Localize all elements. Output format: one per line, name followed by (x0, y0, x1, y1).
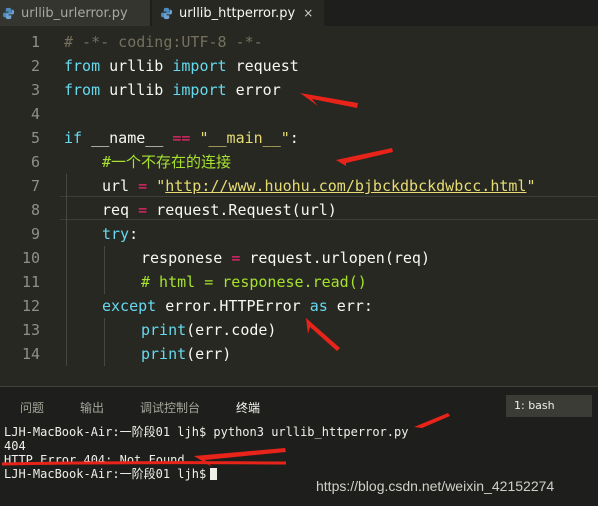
code-token: request.Request(url) (147, 201, 337, 219)
code-line-9: try: (102, 222, 138, 246)
terminal-line: LJH-MacBook-Air:一阶段01 ljh$ python3 urlli… (4, 425, 409, 439)
code-editor[interactable]: 1 2 3 4 5 6 7 8 9 10 11 12 13 14 # -*- c… (0, 26, 598, 386)
indent-guide (66, 174, 67, 366)
code-token: urllib (100, 57, 173, 75)
keyword: as (309, 297, 328, 315)
operator: == (172, 129, 191, 147)
code-line-14: print(err) (141, 342, 231, 366)
operator: = (231, 249, 241, 267)
line-number: 7 (30, 177, 40, 195)
terminal-line: HTTP Error 404: Not Found (4, 453, 185, 467)
code-line-12: except error.HTTPError as err: (102, 294, 373, 318)
code-line-2: from urllib import request (64, 54, 299, 78)
code-token: responese (141, 249, 232, 267)
python-file-icon (2, 7, 15, 19)
string-quote: " (156, 177, 166, 195)
code-token: err: (327, 297, 373, 315)
code-line-11: # html = responese.read() (141, 273, 367, 291)
operator: = (138, 201, 148, 219)
line-number: 6 (30, 153, 40, 171)
code-token: error (226, 81, 281, 99)
line-number: 1 (30, 33, 40, 51)
code-line-3: from urllib import error (64, 78, 281, 102)
terminal-prompt: LJH-MacBook-Air:一阶段01 ljh$ (4, 467, 207, 481)
operator: = (138, 177, 148, 195)
indent-guide (104, 246, 105, 294)
keyword: try (102, 225, 130, 243)
keyword: print (141, 345, 187, 363)
keyword: import (172, 57, 227, 75)
line-number: 13 (21, 321, 40, 339)
terminal-line: 404 (4, 439, 26, 453)
indent-guide (104, 318, 105, 366)
line-number: 10 (21, 249, 40, 267)
tab-label: urllib_urlerror.py (21, 5, 128, 21)
code-line-13: print(err.code) (141, 318, 276, 342)
line-number: 5 (30, 129, 40, 147)
code-token: __name__ (82, 129, 173, 147)
tab-output[interactable]: 输出 (80, 399, 104, 416)
line-number: 14 (21, 345, 40, 363)
code-token: (err.code) (186, 321, 277, 339)
line-number: 12 (21, 297, 40, 315)
code-token: urllib (100, 81, 173, 99)
tab-urllib-urlerror[interactable]: urllib_urlerror.py (0, 0, 150, 26)
code-token: url (102, 177, 139, 195)
code-line-6: #一个不存在的连接 (102, 153, 232, 171)
code-line-10: responese = request.urlopen(req) (141, 246, 430, 270)
code-line-1: # -*- coding:UTF-8 -*- (64, 33, 263, 51)
line-number: 8 (30, 201, 40, 219)
tab-label: urllib_httperror.py (179, 5, 296, 21)
line-number: 3 (30, 81, 40, 99)
code-token: request (226, 57, 299, 75)
code-token: req (102, 201, 139, 219)
code-token: (err) (186, 345, 232, 363)
close-tab-icon[interactable]: × (303, 6, 313, 20)
keyword: from (64, 57, 101, 75)
string-literal: "__main__" (199, 129, 290, 147)
keyword: from (64, 81, 101, 99)
string-quote: " (526, 177, 536, 195)
code-token: request.urlopen(req) (240, 249, 430, 267)
tab-problems[interactable]: 问题 (20, 399, 44, 416)
tab-debug-console[interactable]: 调试控制台 (140, 399, 200, 416)
line-number: 9 (30, 225, 40, 243)
python-file-icon (160, 7, 173, 19)
code-token: : (289, 129, 299, 147)
line-number: 4 (30, 105, 40, 123)
tab-urllib-httperror[interactable]: urllib_httperror.py × (152, 0, 324, 26)
keyword: print (141, 321, 187, 339)
code-line-5: if __name__ == "__main__": (64, 126, 299, 150)
editor-tab-bar: urllib_urlerror.py urllib_httperror.py × (0, 0, 598, 26)
line-number: 2 (30, 57, 40, 75)
terminal-selector[interactable]: 1: bash (506, 395, 592, 417)
url-link[interactable]: http://www.huohu.com/bjbckdbckdwbcc.html (165, 177, 526, 195)
tab-terminal[interactable]: 终端 (236, 399, 260, 416)
code-token: error.HTTPError (156, 297, 310, 315)
code-line-8: req = request.Request(url) (102, 198, 337, 222)
terminal-prompt-line[interactable]: LJH-MacBook-Air:一阶段01 ljh$ (4, 467, 218, 481)
terminal-cursor (210, 468, 218, 480)
line-number: 11 (21, 273, 40, 291)
watermark: https://blog.csdn.net/weixin_42152274 (316, 478, 555, 494)
keyword: if (64, 129, 83, 147)
code-line-7: url = "http://www.huohu.com/bjbckdbckdwb… (102, 174, 535, 198)
keyword: import (172, 81, 227, 99)
keyword: except (102, 297, 157, 315)
code-token: : (129, 225, 139, 243)
